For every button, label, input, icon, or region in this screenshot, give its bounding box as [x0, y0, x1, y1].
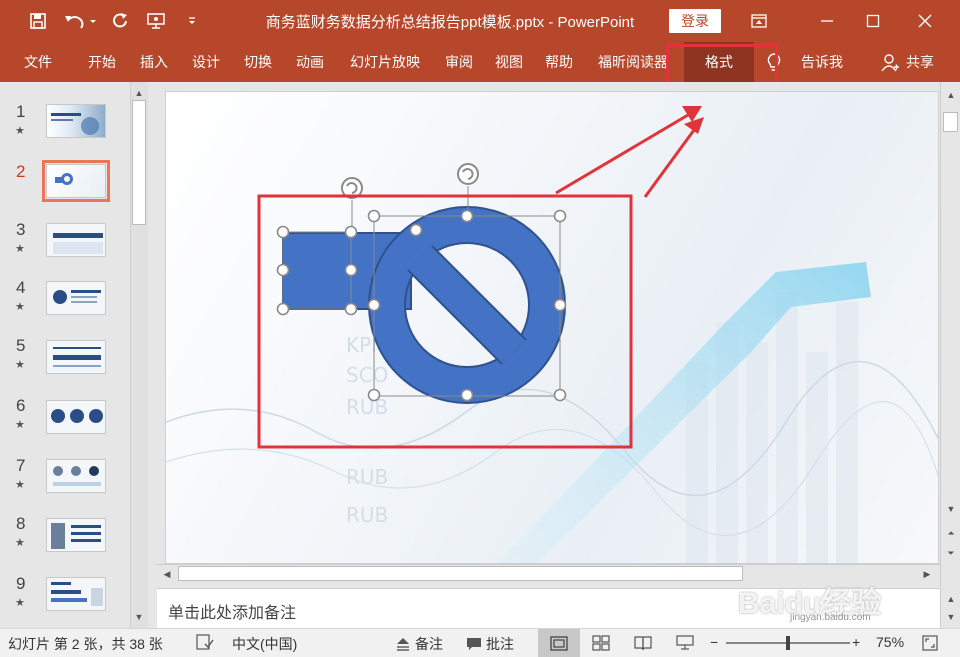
normal-view-icon — [550, 636, 568, 651]
scroll-up-icon[interactable]: ▲ — [942, 86, 960, 104]
slideshow-view-icon[interactable] — [676, 635, 694, 651]
window-title: 商务蓝财务数据分析总结报告ppt模板.pptx - PowerPoint — [265, 14, 635, 31]
vertical-scroll-thumb[interactable] — [943, 112, 958, 132]
spell-check-icon[interactable] — [196, 634, 214, 650]
horizontal-scroll-thumb[interactable] — [178, 566, 743, 581]
animation-star-icon: ★ — [15, 125, 25, 137]
maximize-icon[interactable] — [850, 0, 896, 42]
ribbon-display-icon[interactable] — [736, 0, 782, 42]
tab-review[interactable]: 审阅 — [436, 42, 482, 82]
notes-placeholder: 单击此处添加备注 — [168, 605, 297, 622]
fit-to-window-icon[interactable] — [922, 635, 938, 651]
slide-thumbnail-8[interactable] — [46, 518, 106, 552]
zoom-slider-thumb[interactable] — [786, 636, 790, 650]
slide-number: 8 — [16, 514, 26, 533]
status-bar: 幻灯片 第 2 张，共 38 张 中文(中国) 备注 批注 − + 75% — [0, 628, 960, 657]
scroll-down-icon[interactable]: ▼ — [942, 500, 960, 518]
notes-toggle-button[interactable]: 备注 — [395, 634, 443, 654]
zoom-level[interactable]: 75% — [876, 634, 904, 650]
share-user-icon[interactable] — [880, 53, 900, 73]
save-icon[interactable] — [24, 8, 52, 34]
slide-number: 4 — [16, 278, 26, 297]
slide-thumbnail-3[interactable] — [46, 223, 106, 257]
tab-foxit-reader[interactable]: 福昕阅读器 — [590, 42, 676, 82]
slide-vertical-scrollbar[interactable]: ▲ ▼ ⏶ ⏷ — [940, 82, 960, 587]
comment-icon — [467, 638, 481, 650]
title-bar: 商务蓝财务数据分析总结报告ppt模板.pptx - PowerPoint 登录 — [0, 0, 960, 42]
login-button[interactable]: 登录 — [669, 9, 721, 33]
slide-number: 7 — [16, 456, 26, 475]
animation-star-icon: ★ — [15, 597, 25, 609]
language-indicator[interactable]: 中文(中国) — [232, 634, 297, 654]
animation-star-icon: ★ — [15, 537, 25, 549]
slide-number-selected: 2 — [16, 162, 26, 181]
slide-thumbnail-pane: 1 ★ 2 3 ★ 4 ★ 5 ★ 6 ★ 7 ★ 8 ★ 9 ★ ▲ ▼ — [0, 82, 152, 628]
animation-star-icon: ★ — [15, 479, 25, 491]
reading-view-icon[interactable] — [634, 635, 652, 651]
slide-thumbnail-4[interactable] — [46, 281, 106, 315]
slide-number: 3 — [16, 220, 26, 239]
slide-sorter-icon[interactable] — [592, 635, 610, 651]
tab-animations[interactable]: 动画 — [286, 42, 334, 82]
notes-scrollbar[interactable]: ▲ ▼ — [940, 588, 960, 628]
slide-thumbnail-9[interactable] — [46, 577, 106, 611]
tab-transitions[interactable]: 切换 — [234, 42, 282, 82]
tab-help[interactable]: 帮助 — [536, 42, 582, 82]
normal-view-button[interactable] — [538, 629, 580, 657]
tab-view[interactable]: 视图 — [486, 42, 532, 82]
tab-file[interactable]: 文件 — [12, 42, 64, 82]
close-icon[interactable] — [902, 0, 948, 42]
slide-thumbnail-1[interactable] — [46, 104, 106, 138]
slide-counter: 幻灯片 第 2 张，共 38 张 — [8, 636, 163, 652]
slide-number: 1 — [16, 102, 26, 121]
selected-shapes-layer — [276, 163, 567, 404]
next-slide-icon[interactable]: ⏷ — [942, 544, 960, 562]
scroll-down-icon[interactable]: ▼ — [942, 608, 960, 626]
undo-icon[interactable] — [60, 8, 100, 34]
comments-toggle-button[interactable]: 批注 — [466, 634, 514, 654]
slide-canvas[interactable]: KPI SCO RUB RUB RUB — [165, 91, 939, 564]
previous-slide-icon[interactable]: ⏶ — [942, 524, 960, 542]
ribbon-tab-bar: 文件 开始 插入 设计 切换 动画 幻灯片放映 审阅 视图 帮助 福昕阅读器 格… — [0, 42, 960, 82]
slide-thumbnail-2[interactable] — [42, 160, 110, 202]
rotate-handle-icon[interactable] — [341, 177, 363, 232]
notes-toggle-label: 备注 — [415, 636, 443, 652]
scroll-up-icon[interactable]: ▲ — [942, 590, 960, 608]
baidu-watermark-url: jingyan.baidu.com — [790, 612, 871, 623]
scroll-left-icon[interactable]: ◀ — [158, 565, 176, 583]
slide-thumbnail-6[interactable] — [46, 400, 106, 434]
animation-star-icon: ★ — [15, 243, 25, 255]
slide-thumbnail-5[interactable] — [46, 340, 106, 374]
slide-thumbnail-7[interactable] — [46, 459, 106, 493]
animation-star-icon: ★ — [15, 359, 25, 371]
tell-me-search[interactable]: 告诉我 — [792, 42, 852, 82]
present-icon[interactable] — [142, 8, 170, 34]
thumbnail-scroll-thumb[interactable] — [132, 100, 146, 225]
share-button[interactable]: 共享 — [902, 42, 938, 82]
notes-icon — [397, 638, 409, 651]
redo-icon[interactable] — [106, 8, 134, 34]
zoom-in-button[interactable]: + — [852, 634, 860, 650]
tab-home[interactable]: 开始 — [78, 42, 126, 82]
slide-number: 9 — [16, 574, 26, 593]
scroll-down-icon[interactable]: ▼ — [130, 608, 148, 626]
customize-icon[interactable] — [182, 8, 202, 34]
animation-star-icon: ★ — [15, 301, 25, 313]
slide-number: 5 — [16, 336, 26, 355]
animation-star-icon: ★ — [15, 419, 25, 431]
comments-toggle-label: 批注 — [486, 636, 514, 652]
adjust-handle[interactable] — [409, 223, 423, 237]
scroll-right-icon[interactable]: ▶ — [918, 565, 936, 583]
minimize-icon[interactable] — [804, 0, 850, 42]
tab-insert[interactable]: 插入 — [130, 42, 178, 82]
zoom-out-button[interactable]: − — [710, 634, 718, 650]
slide-number: 6 — [16, 396, 26, 415]
tab-design[interactable]: 设计 — [182, 42, 230, 82]
tab-slideshow[interactable]: 幻灯片放映 — [340, 42, 430, 82]
